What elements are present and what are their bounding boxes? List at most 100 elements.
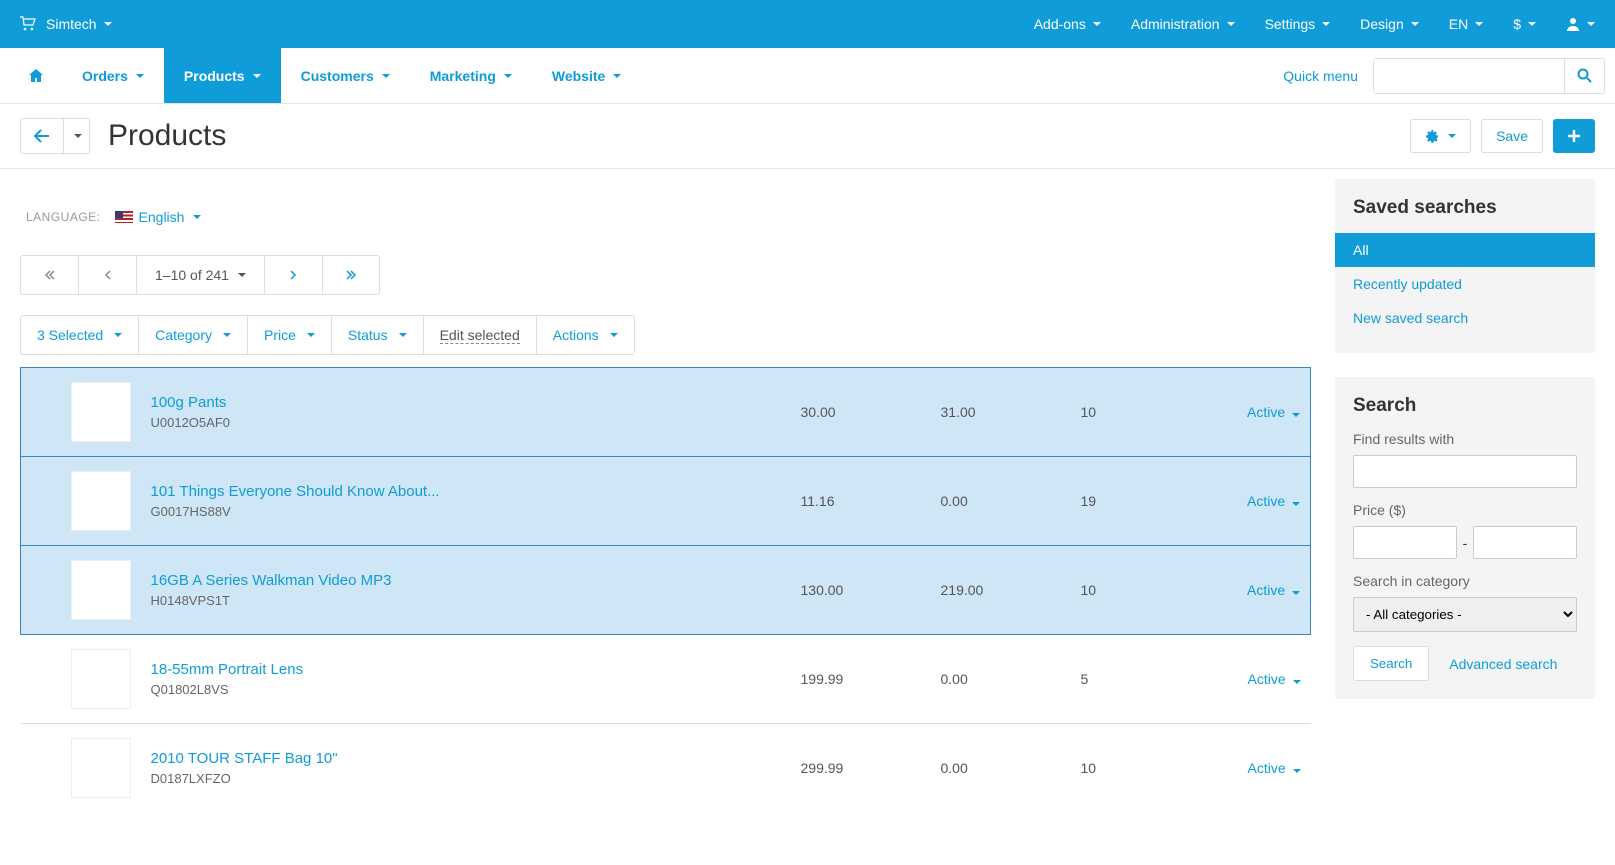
find-results-input[interactable] <box>1353 455 1577 488</box>
chevron-right-icon <box>288 269 298 281</box>
topbar-settings[interactable]: Settings <box>1265 16 1331 32</box>
product-name-link[interactable]: 16GB A Series Walkman Video MP3 <box>151 572 781 589</box>
product-name-link[interactable]: 18-55mm Portrait Lens <box>151 661 781 678</box>
saved-searches-title: Saved searches <box>1335 197 1595 233</box>
filter-category[interactable]: Category <box>138 315 247 355</box>
products-table: 100g Pants U0012O5AF0 30.00 31.00 10 Act… <box>20 367 1311 812</box>
save-button[interactable]: Save <box>1481 119 1543 153</box>
product-qty: 10 <box>1071 368 1211 457</box>
quick-menu-link[interactable]: Quick menu <box>1283 68 1358 84</box>
product-list-price: 0.00 <box>931 724 1071 813</box>
price-to-input[interactable] <box>1473 526 1577 559</box>
category-label: Search in category <box>1353 573 1577 589</box>
page-info[interactable]: 1–10 of 241 <box>136 255 264 295</box>
chevron-left-icon <box>103 269 113 281</box>
user-icon <box>1566 17 1580 31</box>
product-name-link[interactable]: 101 Things Everyone Should Know About... <box>151 483 781 500</box>
product-price: 30.00 <box>791 368 931 457</box>
price-from-input[interactable] <box>1353 526 1457 559</box>
topbar-user[interactable] <box>1566 17 1595 31</box>
caret-down-icon <box>223 333 231 337</box>
product-status[interactable]: Active <box>1211 457 1311 546</box>
brand-menu[interactable]: Simtech <box>46 16 112 32</box>
caret-down-icon <box>1292 413 1300 417</box>
caret-down-icon <box>610 333 618 337</box>
pagination: 1–10 of 241 <box>20 255 1311 295</box>
saved-search-item[interactable]: New saved search <box>1335 301 1595 335</box>
product-price: 199.99 <box>791 635 931 724</box>
page-title: Products <box>108 119 226 153</box>
product-status[interactable]: Active <box>1211 368 1311 457</box>
filter-bar: 3 Selected Category Price Status Edit se… <box>20 315 1311 355</box>
table-row[interactable]: 2010 TOUR STAFF Bag 10" D0187LXFZO 299.9… <box>21 724 1311 813</box>
search-icon <box>1577 68 1592 83</box>
filter-actions[interactable]: Actions <box>536 315 635 355</box>
topbar-design[interactable]: Design <box>1360 16 1419 32</box>
product-name-link[interactable]: 100g Pants <box>151 394 781 411</box>
nav-marketing[interactable]: Marketing <box>410 48 532 103</box>
caret-down-icon <box>1227 22 1235 26</box>
saved-search-item[interactable]: Recently updated <box>1335 267 1595 301</box>
search-panel-title: Search <box>1335 395 1595 431</box>
caret-down-icon <box>307 333 315 337</box>
caret-down-icon <box>114 333 122 337</box>
product-thumb <box>71 382 131 442</box>
product-thumb <box>71 649 131 709</box>
advanced-search-link[interactable]: Advanced search <box>1449 656 1557 672</box>
product-status[interactable]: Active <box>1211 546 1311 635</box>
table-row[interactable]: 100g Pants U0012O5AF0 30.00 31.00 10 Act… <box>21 368 1311 457</box>
topbar-administration[interactable]: Administration <box>1131 16 1235 32</box>
caret-down-icon <box>1292 502 1300 506</box>
caret-down-icon <box>74 134 82 138</box>
global-search <box>1373 58 1605 94</box>
page-header: Products Save <box>0 104 1615 169</box>
back-button[interactable] <box>20 118 64 154</box>
global-search-input[interactable] <box>1374 59 1564 93</box>
page-first[interactable] <box>20 255 78 295</box>
nav-home[interactable] <box>10 48 62 103</box>
caret-down-icon <box>238 273 246 277</box>
edit-selected-button[interactable]: Edit selected <box>423 315 536 355</box>
filter-selected[interactable]: 3 Selected <box>20 315 138 355</box>
product-qty: 5 <box>1071 635 1211 724</box>
product-status[interactable]: Active <box>1211 724 1311 813</box>
nav-website[interactable]: Website <box>532 48 641 103</box>
topbar-addons[interactable]: Add-ons <box>1034 16 1101 32</box>
nav-customers[interactable]: Customers <box>281 48 410 103</box>
saved-search-item[interactable]: All <box>1335 233 1595 267</box>
topbar-lang[interactable]: EN <box>1449 16 1483 32</box>
category-select[interactable]: - All categories - <box>1353 597 1577 632</box>
add-button[interactable] <box>1553 119 1595 153</box>
product-status[interactable]: Active <box>1211 635 1311 724</box>
table-row[interactable]: 16GB A Series Walkman Video MP3 H0148VPS… <box>21 546 1311 635</box>
page-prev[interactable] <box>78 255 136 295</box>
gear-button[interactable] <box>1410 119 1471 153</box>
filter-price[interactable]: Price <box>247 315 331 355</box>
back-split-button[interactable] <box>64 118 90 154</box>
nav-products[interactable]: Products <box>164 48 281 103</box>
page-last[interactable] <box>322 255 380 295</box>
table-row[interactable]: 18-55mm Portrait Lens Q01802L8VS 199.99 … <box>21 635 1311 724</box>
flag-us-icon <box>115 211 133 223</box>
language-selector[interactable]: English <box>115 209 202 225</box>
topbar-currency[interactable]: $ <box>1513 16 1536 32</box>
filter-status[interactable]: Status <box>331 315 423 355</box>
caret-down-icon <box>1292 591 1300 595</box>
product-name-link[interactable]: 2010 TOUR STAFF Bag 10" <box>151 750 781 767</box>
caret-down-icon <box>253 74 261 78</box>
product-code: Q01802L8VS <box>151 682 781 697</box>
table-row[interactable]: 101 Things Everyone Should Know About...… <box>21 457 1311 546</box>
global-search-button[interactable] <box>1564 59 1604 93</box>
caret-down-icon <box>504 74 512 78</box>
product-list-price: 0.00 <box>931 635 1071 724</box>
saved-searches-panel: Saved searches AllRecently updatedNew sa… <box>1335 179 1595 353</box>
nav-orders[interactable]: Orders <box>62 48 164 103</box>
product-code: G0017HS88V <box>151 504 781 519</box>
caret-down-icon <box>136 74 144 78</box>
search-button[interactable]: Search <box>1353 646 1429 681</box>
caret-down-icon <box>1322 22 1330 26</box>
price-label: Price ($) <box>1353 502 1577 518</box>
chevrons-left-icon <box>44 269 56 281</box>
page-next[interactable] <box>264 255 322 295</box>
search-panel: Search Find results with Price ($) - Sea… <box>1335 377 1595 699</box>
